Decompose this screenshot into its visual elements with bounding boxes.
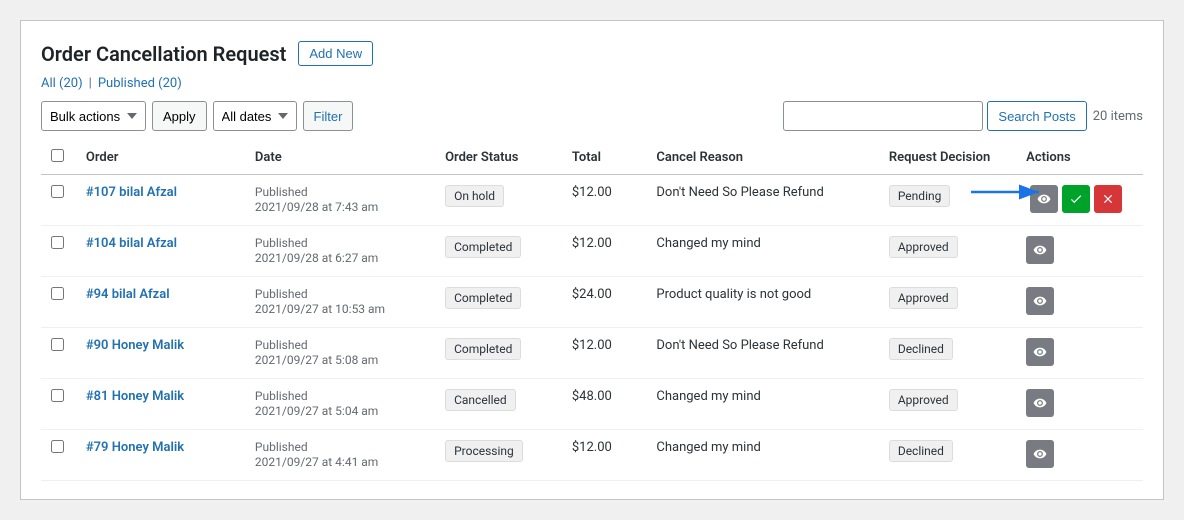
reason-cell: Don't Need So Please Refund [646,328,878,379]
view-button[interactable] [1026,287,1054,315]
search-input[interactable] [783,101,983,131]
filter-button[interactable]: Filter [303,101,354,131]
order-link[interactable]: #104 bilal Afzal [86,236,177,251]
order-link[interactable]: #94 bilal Afzal [86,287,170,302]
order-status-badge: Completed [445,236,521,258]
order-status-badge: Completed [445,287,521,309]
date-published: Published [255,185,308,199]
actions-cell [1026,185,1133,213]
row-checkbox[interactable] [51,236,64,249]
add-new-button[interactable]: Add New [298,41,373,66]
decline-button[interactable] [1094,185,1122,213]
order-link[interactable]: #90 Honey Malik [86,338,184,353]
view-button[interactable] [1026,236,1054,264]
row-checkbox[interactable] [51,287,64,300]
row-checkbox[interactable] [51,440,64,453]
order-status-badge: On hold [445,185,504,207]
decision-badge: Pending [889,185,951,207]
filter-published-link[interactable]: Published (20) [98,76,182,91]
actions-cell [1026,287,1133,315]
total-cell: $12.00 [562,328,647,379]
date-published: Published [255,287,308,301]
reason-cell: Changed my mind [646,430,878,481]
table-row: #90 Honey Malik Published 2021/09/27 at … [41,328,1143,379]
col-header-reason: Cancel Reason [646,141,878,175]
total-cell: $12.00 [562,226,647,277]
decision-badge: Approved [889,236,958,258]
date-time: 2021/09/27 at 10:53 am [255,302,385,316]
decision-badge: Declined [889,440,953,462]
order-status-badge: Cancelled [445,389,516,411]
table-row: #81 Honey Malik Published 2021/09/27 at … [41,379,1143,430]
date-published: Published [255,338,308,352]
order-link[interactable]: #107 bilal Afzal [86,185,177,200]
actions-cell [1026,236,1133,264]
reason-cell: Changed my mind [646,226,878,277]
search-posts-button[interactable]: Search Posts [987,101,1086,131]
col-header-status: Order Status [435,141,562,175]
col-header-total: Total [562,141,647,175]
table-row: #79 Honey Malik Published 2021/09/27 at … [41,430,1143,481]
date-time: 2021/09/28 at 6:27 am [255,251,378,265]
total-cell: $24.00 [562,277,647,328]
col-header-date: Date [245,141,435,175]
table-row: #107 bilal Afzal Published 2021/09/28 at… [41,175,1143,226]
view-button[interactable] [1026,440,1054,468]
bulk-actions-select[interactable]: Bulk actions [41,101,146,131]
actions-cell [1026,338,1133,366]
date-time: 2021/09/27 at 5:04 am [255,404,378,418]
decision-badge: Declined [889,338,953,360]
total-cell: $48.00 [562,379,647,430]
order-link[interactable]: #81 Honey Malik [86,389,184,404]
actions-cell [1026,440,1133,468]
table-row: #94 bilal Afzal Published 2021/09/27 at … [41,277,1143,328]
filter-all-link[interactable]: All (20) [41,76,83,91]
actions-cell [1026,389,1133,417]
approve-button[interactable] [1062,185,1090,213]
decision-badge: Approved [889,287,958,309]
date-published: Published [255,236,308,250]
apply-button[interactable]: Apply [152,101,207,131]
date-time: 2021/09/27 at 5:08 am [255,353,378,367]
decision-badge: Approved [889,389,958,411]
items-count: 20 items [1093,109,1143,124]
date-time: 2021/09/27 at 4:41 am [255,455,378,469]
order-status-badge: Processing [445,440,523,462]
date-time: 2021/09/28 at 7:43 am [255,200,378,214]
order-link[interactable]: #79 Honey Malik [86,440,184,455]
row-checkbox[interactable] [51,389,64,402]
view-button[interactable] [1026,389,1054,417]
date-published: Published [255,440,308,454]
total-cell: $12.00 [562,430,647,481]
status-filter-nav: All (20) | Published (20) [41,76,1143,91]
col-header-order: Order [76,141,245,175]
col-header-actions: Actions [1016,141,1143,175]
date-published: Published [255,389,308,403]
reason-cell: Don't Need So Please Refund [646,175,878,226]
row-checkbox[interactable] [51,338,64,351]
total-cell: $12.00 [562,175,647,226]
select-all-checkbox[interactable] [51,149,64,162]
date-filter-select[interactable]: All dates [213,101,297,131]
col-header-decision: Request Decision [879,141,1016,175]
row-checkbox[interactable] [51,185,64,198]
reason-cell: Product quality is not good [646,277,878,328]
reason-cell: Changed my mind [646,379,878,430]
view-button[interactable] [1030,185,1058,213]
view-button[interactable] [1026,338,1054,366]
table-row: #104 bilal Afzal Published 2021/09/28 at… [41,226,1143,277]
order-status-badge: Completed [445,338,521,360]
orders-table: Order Date Order Status Total Cancel Rea… [41,141,1143,481]
page-title: Order Cancellation Request [41,42,286,66]
